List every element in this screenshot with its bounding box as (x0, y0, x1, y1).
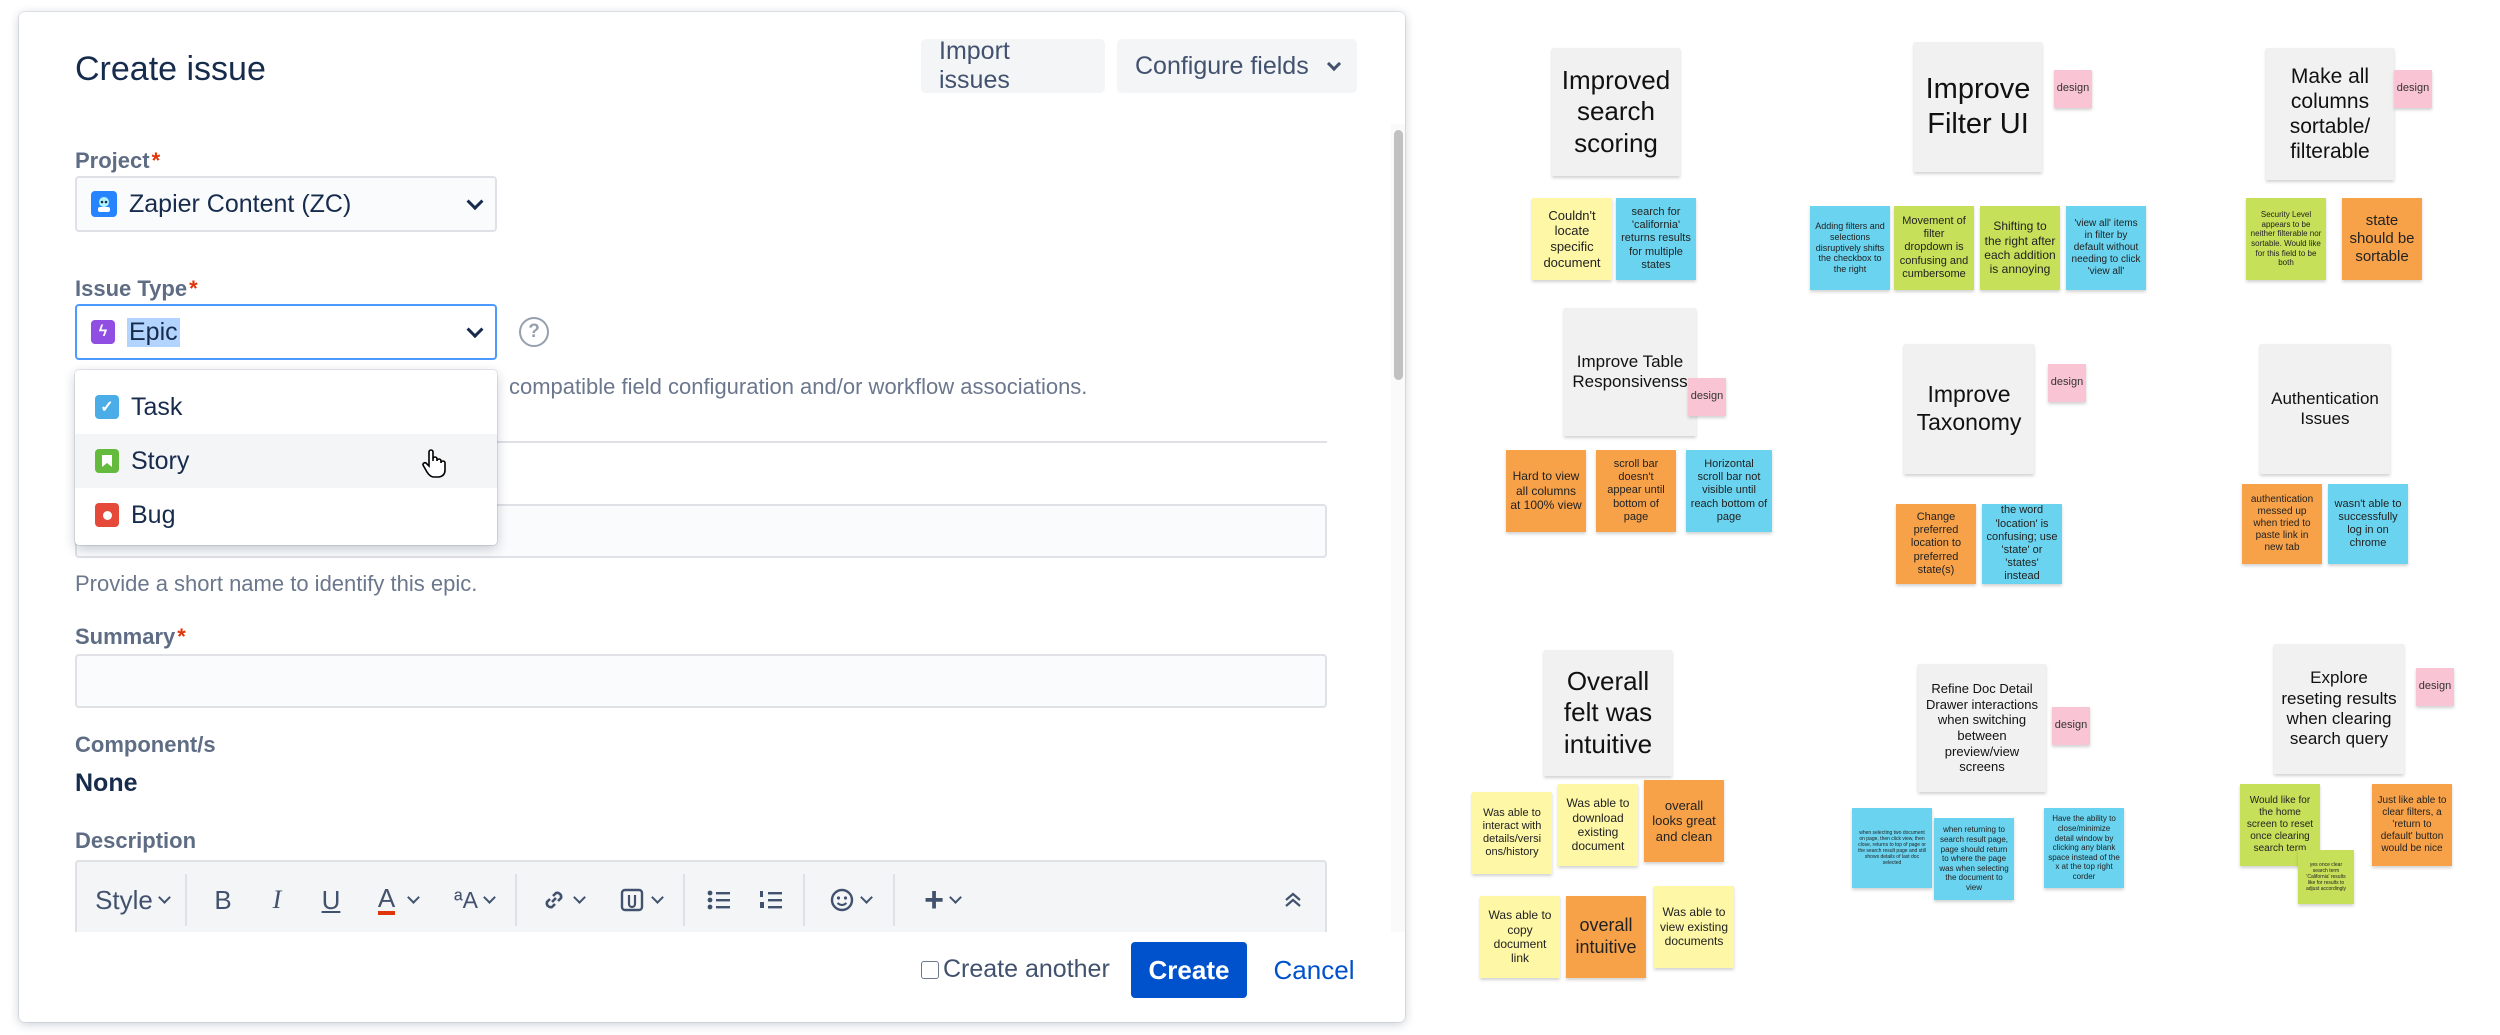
sticky-note: overall intuitive (1566, 896, 1646, 978)
hand-cursor-icon (421, 448, 447, 485)
cluster-header: Make all columns sortable/ filterable (2266, 48, 2394, 180)
story-bookmark-icon (95, 449, 119, 473)
epic-name-helper: Provide a short name to identify this ep… (75, 571, 478, 596)
help-icon[interactable]: ? (519, 317, 549, 347)
link-icon[interactable] (529, 862, 595, 938)
sticky-note: Change preferred location to preferred s… (1896, 504, 1976, 584)
project-select[interactable]: Zapier Content (ZC) (75, 176, 497, 232)
epic-icon: ϟ (91, 320, 115, 344)
collapse-toolbar-icon[interactable] (1273, 862, 1313, 938)
sticky-note: scroll bar doesn't appear until bottom o… (1596, 450, 1676, 532)
bullet-list-icon[interactable] (697, 862, 741, 938)
sticky-note: Was able to interact with details/versi … (1472, 792, 1552, 874)
create-another-checkbox[interactable]: Create another (921, 955, 1110, 984)
configure-fields-label: Configure fields (1135, 51, 1309, 80)
cluster-header: Improve Table Responsivenss (1564, 308, 1696, 436)
sticky-note: Shifting to the right after each additio… (1980, 206, 2060, 290)
sticky-note: Was able to view existing documents (1654, 886, 1734, 968)
import-issues-button[interactable]: Import issues (921, 37, 1105, 94)
sticky-note: state should be sortable (2342, 198, 2422, 280)
create-issue-dialog: Create issue Import issues Configure fie… (19, 12, 1405, 1022)
dropdown-option-task[interactable]: ✓ Task (75, 380, 497, 434)
tag-note: design (2394, 70, 2432, 108)
sticky-note: Horizontal scroll bar not visible until … (1686, 450, 1772, 532)
sticky-note: Just like able to clear filters, a 'retu… (2372, 784, 2452, 866)
sticky-note: overall looks great and clean (1644, 780, 1724, 862)
tag-note: design (2054, 70, 2092, 108)
components-label: Component/s (75, 732, 216, 757)
cancel-button[interactable]: Cancel (1269, 942, 1359, 998)
description-label: Description (75, 828, 197, 853)
cluster-header: Refine Doc Detail Drawer interactions wh… (1918, 664, 2046, 792)
bug-icon (95, 503, 119, 527)
configure-fields-button[interactable]: Configure fields (1117, 39, 1357, 93)
sticky-note: Was able to download existing document (1558, 784, 1638, 866)
chevron-down-icon (466, 321, 484, 339)
cluster-header: Improve Filter UI (1914, 42, 2042, 172)
cluster-header: Improved search scoring (1552, 48, 1680, 176)
chevron-down-icon (1326, 56, 1342, 72)
dialog-footer: Create another Create Cancel (19, 932, 1405, 1022)
sticky-note: wasn't able to successfully log in on ch… (2328, 484, 2408, 564)
task-checkbox-icon: ✓ (95, 395, 119, 419)
sticky-note: search for 'california' returns results … (1616, 198, 1696, 280)
checkbox-icon[interactable] (921, 960, 939, 979)
sticky-note: Movement of filter dropdown is confusing… (1894, 206, 1974, 290)
sticky-note: Couldn't locate specific document (1532, 198, 1612, 280)
sticky-note: Hard to view all columns at 100% view (1506, 450, 1586, 532)
cluster-header: Authentication Issues (2260, 344, 2390, 474)
project-value: Zapier Content (ZC) (129, 189, 352, 218)
chevron-down-icon (466, 193, 484, 211)
cluster-header: Overall felt was intuitive (1544, 650, 1672, 776)
components-value[interactable]: None (75, 769, 138, 798)
issue-type-label: Issue Type* (75, 276, 198, 301)
sticky-note: yes once clear search term 'California' … (2298, 850, 2354, 904)
dropdown-option-bug[interactable]: Bug (75, 488, 497, 542)
dropdown-option-story[interactable]: Story (75, 434, 497, 488)
summary-input[interactable] (75, 654, 1327, 708)
issue-type-value: Epic (127, 317, 180, 347)
tag-note: design (1688, 378, 1726, 416)
sticky-note: Security Level appears to be neither fil… (2246, 198, 2326, 280)
issue-type-info-text: compatible field configuration and/or wo… (509, 374, 1088, 399)
dialog-title: Create issue (75, 50, 266, 88)
bold-button[interactable]: B (201, 862, 245, 938)
tag-note: design (2048, 364, 2086, 402)
issue-type-dropdown: ✓ Task Story Bug (75, 370, 497, 545)
summary-label: Summary* (75, 624, 186, 649)
insert-plus-icon[interactable]: + (909, 862, 975, 938)
tag-note: design (2052, 707, 2090, 745)
sticky-note: Adding filters and selections disruptive… (1810, 206, 1890, 290)
sticky-note: the word 'location' is confusing; use 's… (1982, 504, 2062, 584)
attachment-icon[interactable] (607, 862, 673, 938)
scrollbar-thumb[interactable] (1394, 130, 1403, 380)
cluster-header: Improve Taxonomy (1904, 344, 2034, 474)
tag-note: design (2416, 668, 2454, 706)
sticky-note: Was able to copy document link (1480, 896, 1560, 978)
dialog-scrollbar[interactable] (1391, 124, 1405, 932)
issue-type-select[interactable]: ϟ Epic (75, 304, 497, 360)
sticky-note: when returning to search result page, pa… (1934, 818, 2014, 900)
editor-toolbar: Style B I U A ªA + (75, 860, 1327, 936)
sticky-note: when selecting two document on page, the… (1852, 808, 1932, 888)
create-button[interactable]: Create (1131, 942, 1247, 998)
sticky-note: authentication messed up when tried to p… (2242, 484, 2322, 564)
text-color-button[interactable]: A (363, 862, 433, 938)
numbered-list-icon[interactable] (749, 862, 793, 938)
underline-button[interactable]: U (309, 862, 353, 938)
style-dropdown[interactable]: Style (87, 862, 177, 938)
emoji-icon[interactable] (817, 862, 883, 938)
sticky-note: Have the ability to close/minimize detai… (2044, 808, 2124, 888)
project-avatar-icon (91, 191, 117, 217)
more-formatting-button[interactable]: ªA (443, 862, 505, 938)
cluster-header: Explore reseting results when clearing s… (2274, 644, 2404, 774)
italic-button[interactable]: I (255, 862, 299, 938)
project-label: Project* (75, 148, 161, 173)
sticky-note: 'view all' items in filter by default wi… (2066, 206, 2146, 290)
